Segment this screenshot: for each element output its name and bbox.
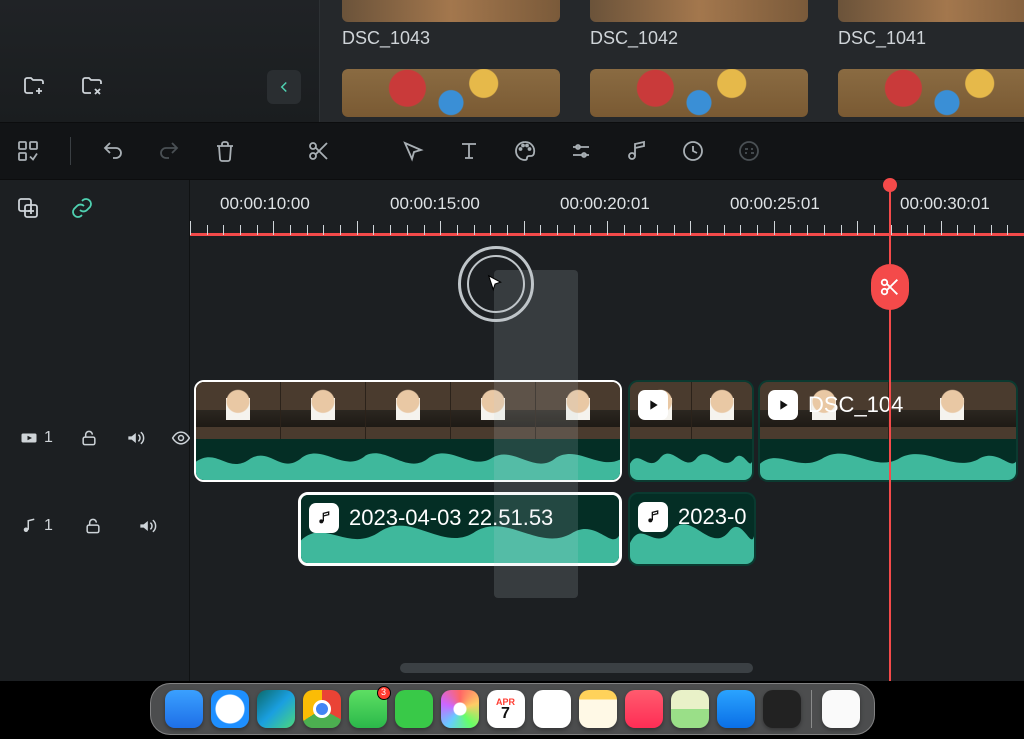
dock-separator [811,690,812,728]
media-item[interactable]: DSC_1041 [838,0,1024,122]
layout-icon[interactable] [14,137,42,165]
timeline: 1 1 00:00:10:0000:00:15:0000:00:20:0100:… [0,180,1024,681]
media-label: DSC_1041 [838,28,1024,49]
media-grid: DSC_1043 DSC_1042 DSC_1041 [320,0,1024,122]
music-note-icon[interactable] [623,137,651,165]
music-icon [309,503,339,533]
media-thumbnail [342,0,560,22]
dock-app-reminders[interactable] [533,690,571,728]
video-lane[interactable]: DSC_104 [190,380,1024,482]
playhead[interactable] [889,180,891,681]
media-label: DSC_1042 [590,28,808,49]
dock-app-calendar[interactable]: APR7 [487,690,525,728]
remove-folder-icon[interactable] [78,72,106,100]
eye-icon[interactable] [171,424,191,452]
lock-icon[interactable] [79,424,99,452]
palette-icon[interactable] [511,137,539,165]
dock-app-edge[interactable] [257,690,295,728]
timeline-left-panel: 1 1 [0,180,190,681]
dock-area: 3 APR7 [0,681,1024,739]
undo-icon[interactable] [99,137,127,165]
speed-icon[interactable] [679,137,707,165]
split-button[interactable] [871,264,909,310]
play-icon [768,390,798,420]
dock: 3 APR7 [150,683,875,735]
audio-lane[interactable]: 2023-04-03 22.51.53 2023-0 [190,492,1024,566]
dock-app-photos[interactable] [441,690,479,728]
video-clip[interactable] [628,380,754,482]
horizontal-scrollbar[interactable] [400,663,988,673]
dock-app-appstore[interactable] [717,690,755,728]
dock-app-maps[interactable] [671,690,709,728]
playhead-knob[interactable] [883,178,897,192]
video-clip[interactable]: DSC_104 [758,380,1018,482]
sliders-icon[interactable] [567,137,595,165]
lock-icon[interactable] [79,512,107,540]
audio-clip[interactable]: 2023-0 [628,492,756,566]
video-track-label: 1 [20,429,53,447]
volume-icon[interactable] [133,512,161,540]
caption-icon[interactable] [735,137,763,165]
media-thumbnail[interactable] [590,69,808,117]
new-folder-icon[interactable] [20,72,48,100]
scrollbar-thumb[interactable] [400,663,753,673]
media-thumbnail[interactable] [838,69,1024,117]
media-thumbnail [590,0,808,22]
media-thumbnail [838,0,1024,22]
timeline-canvas[interactable]: 00:00:10:0000:00:15:0000:00:20:0100:00:2… [190,180,1024,681]
dock-app-safari[interactable] [211,690,249,728]
play-icon [638,390,668,420]
media-panel: DSC_1043 DSC_1042 DSC_1041 [0,0,1024,122]
video-track-header: 1 [0,418,190,458]
audio-track-label: 1 [20,517,53,535]
text-icon[interactable] [455,137,483,165]
media-item[interactable]: DSC_1043 [342,0,560,122]
trash-icon[interactable] [211,137,239,165]
music-icon [638,502,668,532]
audio-track-header: 1 [0,506,190,546]
dock-app-finalcut[interactable] [763,690,801,728]
media-thumbnail[interactable] [342,69,560,117]
redo-icon[interactable] [155,137,183,165]
dock-app-misc[interactable] [822,690,860,728]
add-track-icon[interactable] [14,194,42,222]
timeline-ruler[interactable]: 00:00:10:0000:00:15:0000:00:20:0100:00:2… [190,180,1024,236]
dock-app-messages[interactable]: 3 [349,690,387,728]
separator [70,137,71,165]
scissors-icon[interactable] [305,137,333,165]
media-sidebar [0,0,320,122]
dock-app-music[interactable] [625,690,663,728]
cursor-indicator [458,246,534,322]
media-label: DSC_1043 [342,28,560,49]
dock-app-notes[interactable] [579,690,617,728]
dock-app-chrome[interactable] [303,690,341,728]
back-button[interactable] [267,70,301,104]
toolbar [0,122,1024,180]
media-item[interactable]: DSC_1042 [590,0,808,122]
pointer-icon[interactable] [399,137,427,165]
volume-icon[interactable] [125,424,145,452]
dock-app-finder[interactable] [165,690,203,728]
clip-title: 2023-0 [678,504,747,530]
link-icon[interactable] [68,194,96,222]
dock-app-wechat[interactable] [395,690,433,728]
